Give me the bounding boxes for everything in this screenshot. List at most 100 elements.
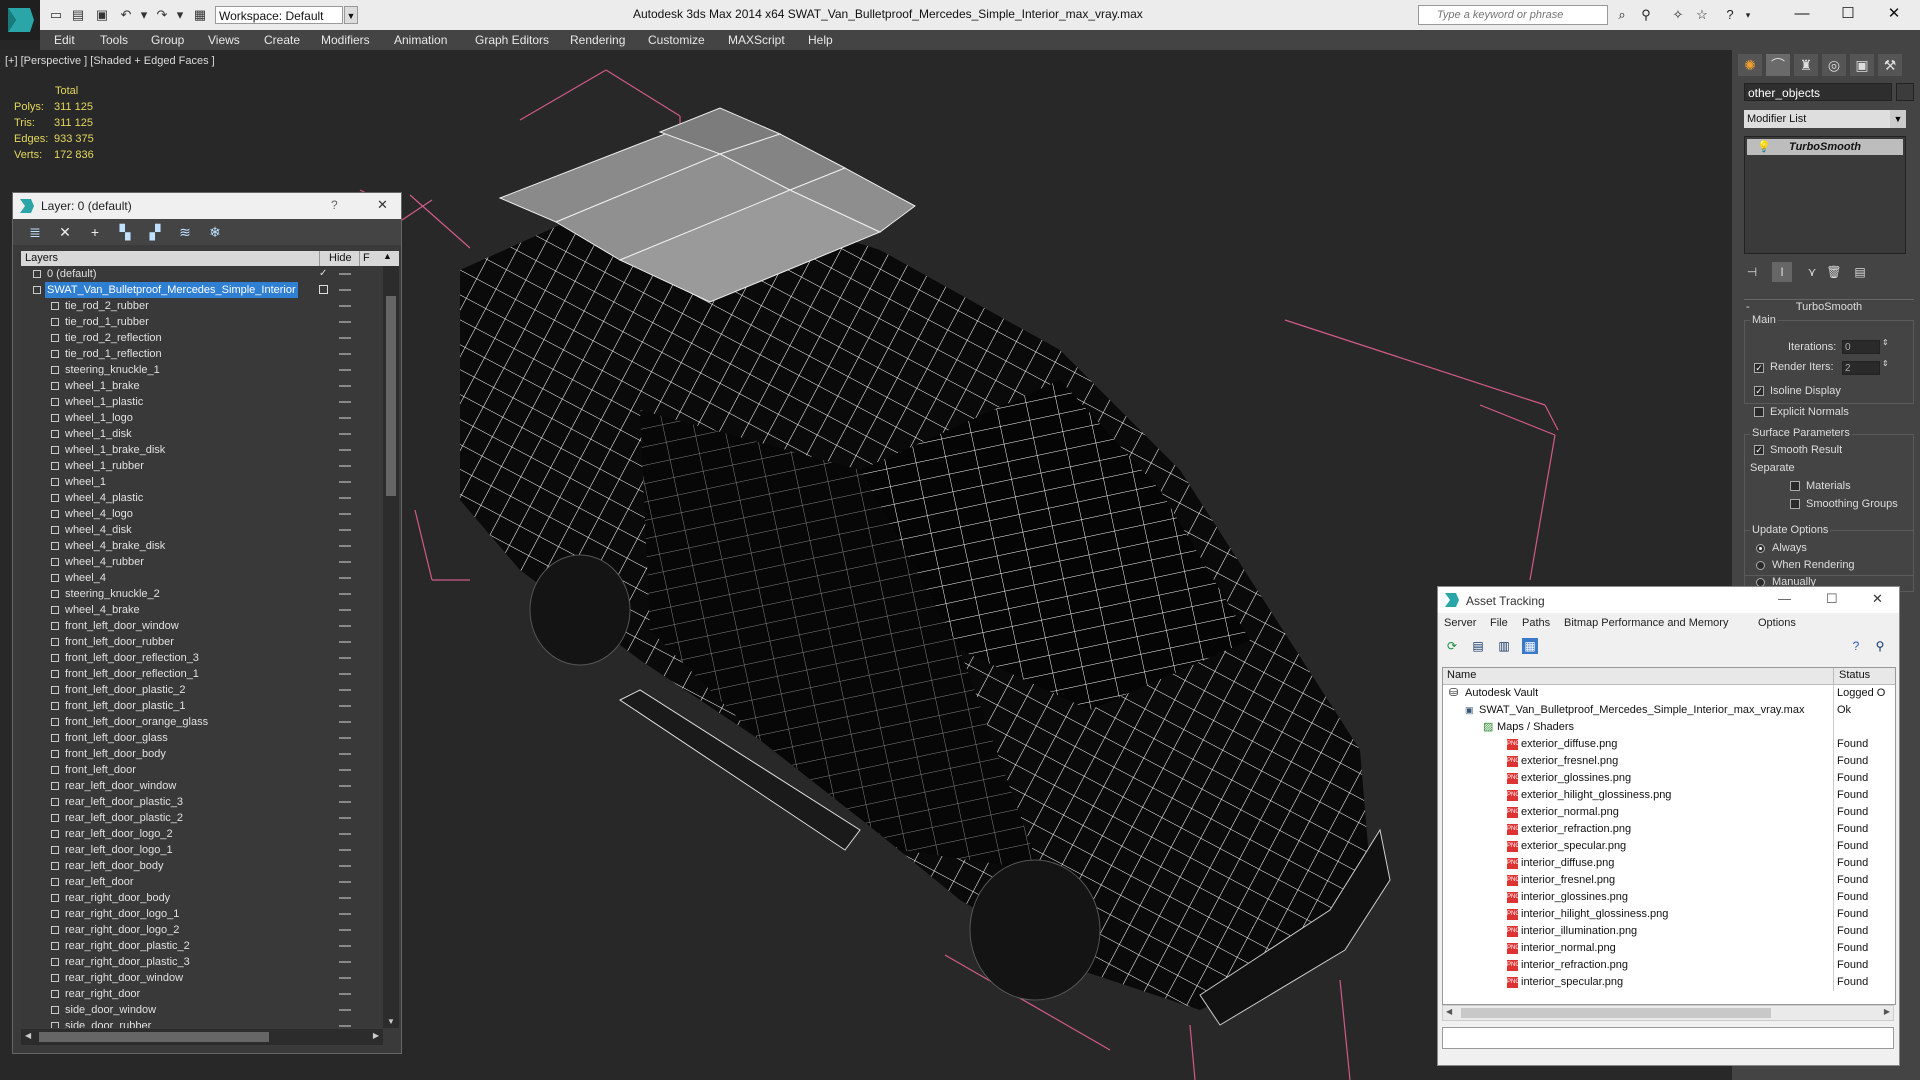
- layer-row[interactable]: front_left_door: [21, 762, 383, 778]
- hide-toggle[interactable]: [339, 401, 351, 403]
- scroll-up-icon[interactable]: ▲: [383, 251, 392, 261]
- close-icon[interactable]: ✕: [377, 197, 388, 213]
- add-to-layer-icon[interactable]: +: [87, 224, 103, 240]
- layer-row[interactable]: steering_knuckle_1: [21, 362, 383, 378]
- hide-toggle[interactable]: [339, 801, 351, 803]
- modifier-list-dropdown[interactable]: Modifier List: [1744, 110, 1906, 128]
- layer-row[interactable]: wheel_4_plastic: [21, 490, 383, 506]
- layer-row[interactable]: wheel_1_brake: [21, 378, 383, 394]
- hide-toggle[interactable]: [339, 625, 351, 627]
- open-file-icon[interactable]: ▤: [70, 7, 86, 23]
- make-unique-icon[interactable]: ⋎: [1802, 262, 1822, 282]
- asset-file-row[interactable]: PNG exterior_hilight_glossiness.png Found: [1443, 787, 1895, 804]
- hide-toggle[interactable]: [339, 689, 351, 691]
- asset-file-row[interactable]: PNG exterior_specular.png Found: [1443, 838, 1895, 855]
- asset-file-row[interactable]: PNG interior_normal.png Found: [1443, 940, 1895, 957]
- hide-toggle[interactable]: [339, 481, 351, 483]
- hide-toggle[interactable]: [339, 369, 351, 371]
- layer-row[interactable]: wheel_4_logo: [21, 506, 383, 522]
- layer-row[interactable]: rear_left_door_plastic_2: [21, 810, 383, 826]
- hide-toggle[interactable]: [339, 561, 351, 563]
- menu-group[interactable]: Group: [151, 33, 184, 47]
- make-current-box[interactable]: [319, 285, 328, 294]
- hide-toggle[interactable]: [339, 353, 351, 355]
- render-iters-checkbox[interactable]: ✓: [1754, 363, 1764, 373]
- minimize-icon[interactable]: —: [1778, 591, 1791, 606]
- asset-row-maps-group[interactable]: ▨ Maps / Shaders: [1443, 719, 1895, 736]
- menu-maxscript[interactable]: MAXScript: [728, 33, 785, 47]
- hide-toggle[interactable]: [339, 753, 351, 755]
- hide-toggle[interactable]: [339, 417, 351, 419]
- list-view-icon[interactable]: ▤: [1470, 638, 1486, 654]
- hide-toggle[interactable]: [339, 945, 351, 947]
- hide-toggle[interactable]: [339, 529, 351, 531]
- layer-row[interactable]: rear_left_door_plastic_3: [21, 794, 383, 810]
- hide-toggle[interactable]: [339, 705, 351, 707]
- menu-bitmap-performance[interactable]: Bitmap Performance and Memory: [1564, 617, 1728, 629]
- menu-animation[interactable]: Animation: [394, 33, 447, 47]
- layer-horizontal-scrollbar[interactable]: ◀ ▶: [21, 1029, 383, 1045]
- asset-file-row[interactable]: PNG interior_illumination.png Found: [1443, 923, 1895, 940]
- layer-row[interactable]: front_left_door_reflection_1: [21, 666, 383, 682]
- layer-row[interactable]: rear_right_door_body: [21, 890, 383, 906]
- hide-toggle[interactable]: [339, 545, 351, 547]
- asset-file-row[interactable]: PNG exterior_fresnel.png Found: [1443, 753, 1895, 770]
- asset-file-row[interactable]: PNG interior_hilight_glossiness.png Found: [1443, 906, 1895, 923]
- layer-row[interactable]: rear_right_door_plastic_3: [21, 954, 383, 970]
- create-layer-icon[interactable]: ≣: [27, 224, 43, 240]
- layer-vertical-scrollbar[interactable]: ▼: [383, 266, 399, 1028]
- asset-file-row[interactable]: PNG exterior_refraction.png Found: [1443, 821, 1895, 838]
- isoline-display-checkbox[interactable]: ✓: [1754, 386, 1764, 396]
- asset-row-vault[interactable]: ⛁ Autodesk Vault Logged O: [1443, 685, 1895, 702]
- layer-row[interactable]: tie_rod_1_rubber: [21, 314, 383, 330]
- hide-toggle[interactable]: [339, 465, 351, 467]
- pin-icon[interactable]: ⚲: [1872, 638, 1888, 654]
- delete-layer-icon[interactable]: ✕: [57, 224, 73, 240]
- layer-row[interactable]: side_door_window: [21, 1002, 383, 1018]
- menu-options[interactable]: Options: [1758, 617, 1796, 629]
- asset-horizontal-scrollbar[interactable]: ◀ ▶: [1442, 1005, 1894, 1021]
- scrollbar-thumb[interactable]: [1461, 1008, 1771, 1018]
- app-logo-button[interactable]: [0, 0, 40, 40]
- modifier-stack[interactable]: 💡 TurboSmooth: [1744, 136, 1906, 254]
- layer-row[interactable]: tie_rod_1_reflection: [21, 346, 383, 362]
- new-file-icon[interactable]: ▭: [48, 7, 64, 23]
- scroll-left-icon[interactable]: ◀: [1446, 1007, 1452, 1016]
- show-end-result-icon[interactable]: Ι: [1772, 262, 1792, 282]
- layer-dialog-titlebar[interactable]: Layer: 0 (default) ? ✕: [13, 193, 401, 219]
- layer-row[interactable]: rear_right_door: [21, 986, 383, 1002]
- search-input[interactable]: [1435, 6, 1609, 24]
- layer-row[interactable]: front_left_door_plastic_1: [21, 698, 383, 714]
- object-color-swatch[interactable]: [1896, 83, 1914, 101]
- layer-row[interactable]: rear_left_door_logo_2: [21, 826, 383, 842]
- asset-file-row[interactable]: PNG interior_specular.png Found: [1443, 974, 1895, 991]
- scrollbar-thumb[interactable]: [386, 296, 396, 496]
- render-iters-spinner[interactable]: 2: [1842, 361, 1880, 375]
- communication-center-icon[interactable]: ✧: [1670, 7, 1686, 23]
- hide-toggle[interactable]: [339, 721, 351, 723]
- menu-file[interactable]: File: [1490, 617, 1508, 629]
- search-box[interactable]: [1418, 5, 1609, 25]
- spinner-arrows-icon[interactable]: ⇕: [1882, 338, 1889, 347]
- refresh-icon[interactable]: ⟳: [1444, 638, 1460, 654]
- asset-row-max-file[interactable]: ▣ SWAT_Van_Bulletproof_Mercedes_Simple_I…: [1443, 702, 1895, 719]
- chevron-down-icon[interactable]: ▼: [344, 6, 358, 24]
- layer-row[interactable]: wheel_4: [21, 570, 383, 586]
- modifier-stack-item[interactable]: 💡 TurboSmooth: [1747, 139, 1903, 155]
- menu-modifiers[interactable]: Modifiers: [321, 33, 370, 47]
- undo-icon[interactable]: ↶: [118, 7, 134, 23]
- hide-toggle[interactable]: [339, 673, 351, 675]
- layer-row[interactable]: rear_right_door_logo_1: [21, 906, 383, 922]
- workspace-dropdown[interactable]: Workspace: Default: [215, 6, 343, 24]
- menu-tools[interactable]: Tools: [100, 33, 128, 47]
- hide-toggle[interactable]: [339, 289, 351, 291]
- column-freeze[interactable]: F: [363, 252, 370, 264]
- hide-toggle[interactable]: [339, 977, 351, 979]
- help-icon[interactable]: ?: [1848, 638, 1864, 654]
- menu-help[interactable]: Help: [808, 33, 833, 47]
- remove-modifier-icon[interactable]: 🗑: [1824, 262, 1844, 282]
- create-tab-icon[interactable]: ✺: [1738, 54, 1762, 76]
- binoculars-icon[interactable]: ⌕: [1614, 7, 1630, 23]
- thumbnail-view-icon[interactable]: ▥: [1496, 638, 1512, 654]
- asset-file-row[interactable]: PNG interior_glossines.png Found: [1443, 889, 1895, 906]
